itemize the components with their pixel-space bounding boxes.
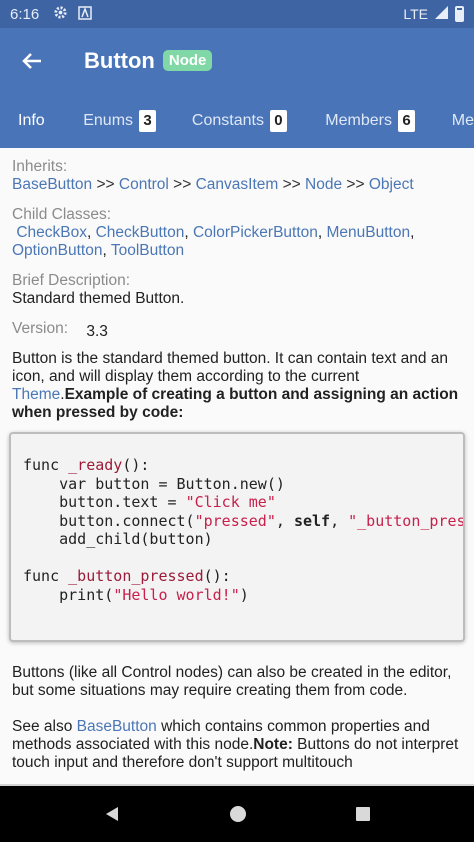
nav-recents-icon[interactable] (355, 806, 371, 822)
tab-label: Members (325, 111, 392, 129)
note-label: Note: (253, 736, 293, 753)
tab-bar: Info Enums 3 Constants 0 Members 6 Me (0, 93, 474, 148)
settings-icon (53, 5, 68, 23)
inherits-separator: >> (173, 176, 192, 193)
app-notification-icon (78, 5, 92, 23)
status-time: 6:16 (10, 5, 40, 23)
paragraph-see-also: See also BaseButton which contains commo… (12, 718, 462, 772)
code-fragment: (): (122, 456, 150, 474)
network-type: LTE (403, 6, 428, 22)
version-section: Version: 3.3 (12, 320, 462, 340)
code-fragment: (): (203, 567, 231, 585)
system-nav-bar (0, 786, 474, 842)
brief-label: Brief Description: (12, 272, 131, 289)
inherits-link[interactable]: Control (119, 176, 169, 193)
code-fragment: button.text = (23, 493, 186, 511)
code-string: "_button_pressed" (348, 511, 465, 530)
code-sample: func _ready(): var button = Button.new()… (9, 432, 465, 642)
child-class-link[interactable]: CheckButton (96, 224, 185, 241)
tab-members[interactable]: Members 6 (325, 93, 451, 148)
version-label: Version: (12, 320, 69, 337)
tab-count-badge: 3 (139, 109, 157, 132)
child-class-link[interactable]: MenuButton (327, 224, 411, 241)
battery-icon (455, 6, 464, 22)
child-classes-section: Child Classes: CheckBox, CheckButton, Co… (12, 206, 462, 260)
tab-constants[interactable]: Constants 0 (192, 93, 325, 148)
paragraph-control-nodes: Buttons (like all Control nodes) can als… (12, 664, 452, 699)
tab-count-badge: 6 (397, 109, 415, 132)
code-line: add_child(button) (23, 530, 213, 548)
nav-home-icon[interactable] (229, 805, 247, 823)
info-content: Inherits: BaseButton >> Control >> Canva… (0, 148, 474, 772)
code-function-name: _ready (68, 456, 123, 474)
see-also-text: See also (12, 718, 77, 735)
inherits-link[interactable]: BaseButton (12, 176, 92, 193)
code-line: var button = Button.new() (23, 474, 285, 493)
status-bar: 6:16 LTE (0, 0, 474, 28)
tab-methods[interactable]: Me (452, 93, 474, 148)
code-string: "Click me" (185, 493, 276, 511)
code-fragment: print( (23, 585, 114, 604)
tab-label: Enums (83, 111, 134, 129)
code-keyword: func (23, 567, 69, 585)
inherits-link[interactable]: CanvasItem (196, 176, 279, 193)
inherits-label: Inherits: (12, 158, 68, 175)
version-value: 3.3 (86, 323, 108, 340)
tab-enums[interactable]: Enums 3 (83, 93, 192, 148)
tab-label: Constants (191, 111, 264, 129)
code-fragment: , (275, 511, 294, 530)
description-bold-text: Example of creating a button and assigni… (12, 386, 459, 421)
code-fragment: ) (239, 585, 249, 604)
theme-link[interactable]: Theme (12, 386, 60, 403)
child-classes-list: CheckBox, CheckButton, ColorPickerButton… (12, 224, 415, 259)
code-fragment: , (330, 511, 349, 530)
brief-section: Brief Description: Standard themed Butto… (12, 272, 462, 308)
basebutton-link[interactable]: BaseButton (77, 718, 157, 735)
inherits-separator: >> (346, 176, 365, 193)
inherits-link[interactable]: Object (369, 176, 414, 193)
tab-count-badge: 0 (269, 109, 287, 132)
inherits-chain: BaseButton >> Control >> CanvasItem >> N… (12, 176, 462, 194)
app-bar: Button Node (0, 28, 474, 93)
code-keyword: func (23, 456, 69, 474)
child-class-link[interactable]: ToolButton (111, 242, 184, 259)
child-class-link[interactable]: ColorPickerButton (193, 224, 318, 241)
description-section: Button is the standard themed button. It… (12, 350, 462, 422)
description-text: Button is the standard themed button. It… (12, 350, 449, 385)
code-string: "Hello world!" (113, 585, 240, 604)
tab-label: Info (18, 111, 45, 129)
inherits-link[interactable]: Node (305, 176, 342, 193)
code-function-name: _button_pressed (68, 567, 204, 585)
code-string: "pressed" (194, 511, 276, 530)
back-arrow-icon[interactable] (20, 49, 44, 73)
child-class-link[interactable]: CheckBox (16, 224, 87, 241)
code-keyword-self: self (293, 511, 331, 530)
code-text: func _ready(): var button = Button.new()… (23, 456, 463, 604)
inherits-separator: >> (96, 176, 115, 193)
code-fragment: button.connect( (23, 511, 195, 530)
page-title: Button (84, 47, 155, 73)
child-classes-label: Child Classes: (12, 206, 112, 223)
child-class-link[interactable]: OptionButton (12, 242, 102, 259)
inherits-section: Inherits: BaseButton >> Control >> Canva… (12, 158, 462, 194)
node-badge: Node (162, 50, 213, 71)
nav-back-icon[interactable] (103, 805, 121, 823)
tab-info[interactable]: Info (0, 93, 83, 148)
signal-icon (434, 5, 449, 23)
inherits-separator: >> (282, 176, 301, 193)
brief-text: Standard themed Button. (12, 290, 185, 307)
tab-label: Me (451, 111, 474, 129)
